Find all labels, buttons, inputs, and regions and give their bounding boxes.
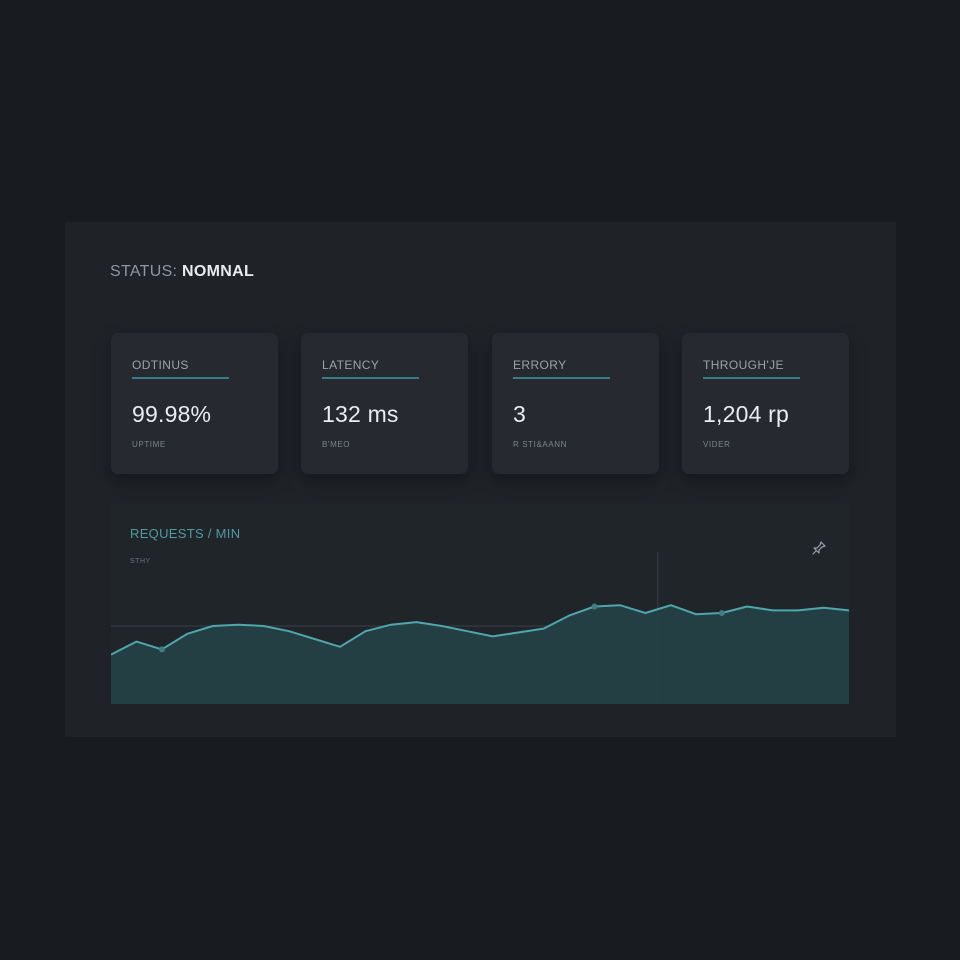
metric-card-label: THROUGH'JE xyxy=(703,358,784,372)
pin-icon-glyph xyxy=(812,541,826,555)
metric-card-value: 132 ms xyxy=(322,401,399,427)
metric-card-underline xyxy=(322,377,419,379)
dashboard-panel: STATUS: NOMNAL ODTINUS 99.98% UPTIME LAT… xyxy=(65,222,896,737)
requests-chart: REQUESTS / MIN STHY xyxy=(111,504,849,704)
metric-card-sub: B'MEO xyxy=(322,440,351,449)
metric-card-errors[interactable]: ERRORY 3 R STI&AANN xyxy=(492,333,659,474)
chart-title: REQUESTS / MIN xyxy=(130,526,241,541)
metric-card-throughput[interactable]: THROUGH'JE 1,204 rp VIDER xyxy=(682,333,849,474)
metric-card-sub: VIDER xyxy=(703,440,731,449)
metric-card-label: LATENCY xyxy=(322,358,380,372)
metric-card-value: 3 xyxy=(513,401,526,427)
metric-card-sub: R STI&AANN xyxy=(513,440,568,449)
metric-card-uptime[interactable]: ODTINUS 99.98% UPTIME xyxy=(111,333,278,474)
metric-card-value: 99.98% xyxy=(132,401,212,427)
metric-card-underline xyxy=(703,377,800,379)
status-label: STATUS: xyxy=(110,263,178,280)
metric-card-label: ERRORY xyxy=(513,358,567,372)
metric-card-underline xyxy=(132,377,229,379)
chart-data-point xyxy=(718,610,725,616)
chart-subtitle: STHY xyxy=(130,558,151,565)
metric-card-value: 1,204 rp xyxy=(703,401,789,427)
metric-card-label: ODTINUS xyxy=(132,358,189,372)
status-line: STATUS: NOMNAL xyxy=(110,263,254,281)
metric-card-underline xyxy=(513,377,610,379)
metric-card-sub: UPTIME xyxy=(132,440,166,449)
status-value: NOMNAL xyxy=(182,263,255,280)
chart-data-point xyxy=(591,603,598,610)
pin-icon[interactable] xyxy=(811,540,827,556)
chart-data-point xyxy=(158,646,165,653)
metric-cards: ODTINUS 99.98% UPTIME LATENCY 132 ms B'M… xyxy=(111,333,849,474)
metric-card-latency[interactable]: LATENCY 132 ms B'MEO xyxy=(301,333,468,474)
